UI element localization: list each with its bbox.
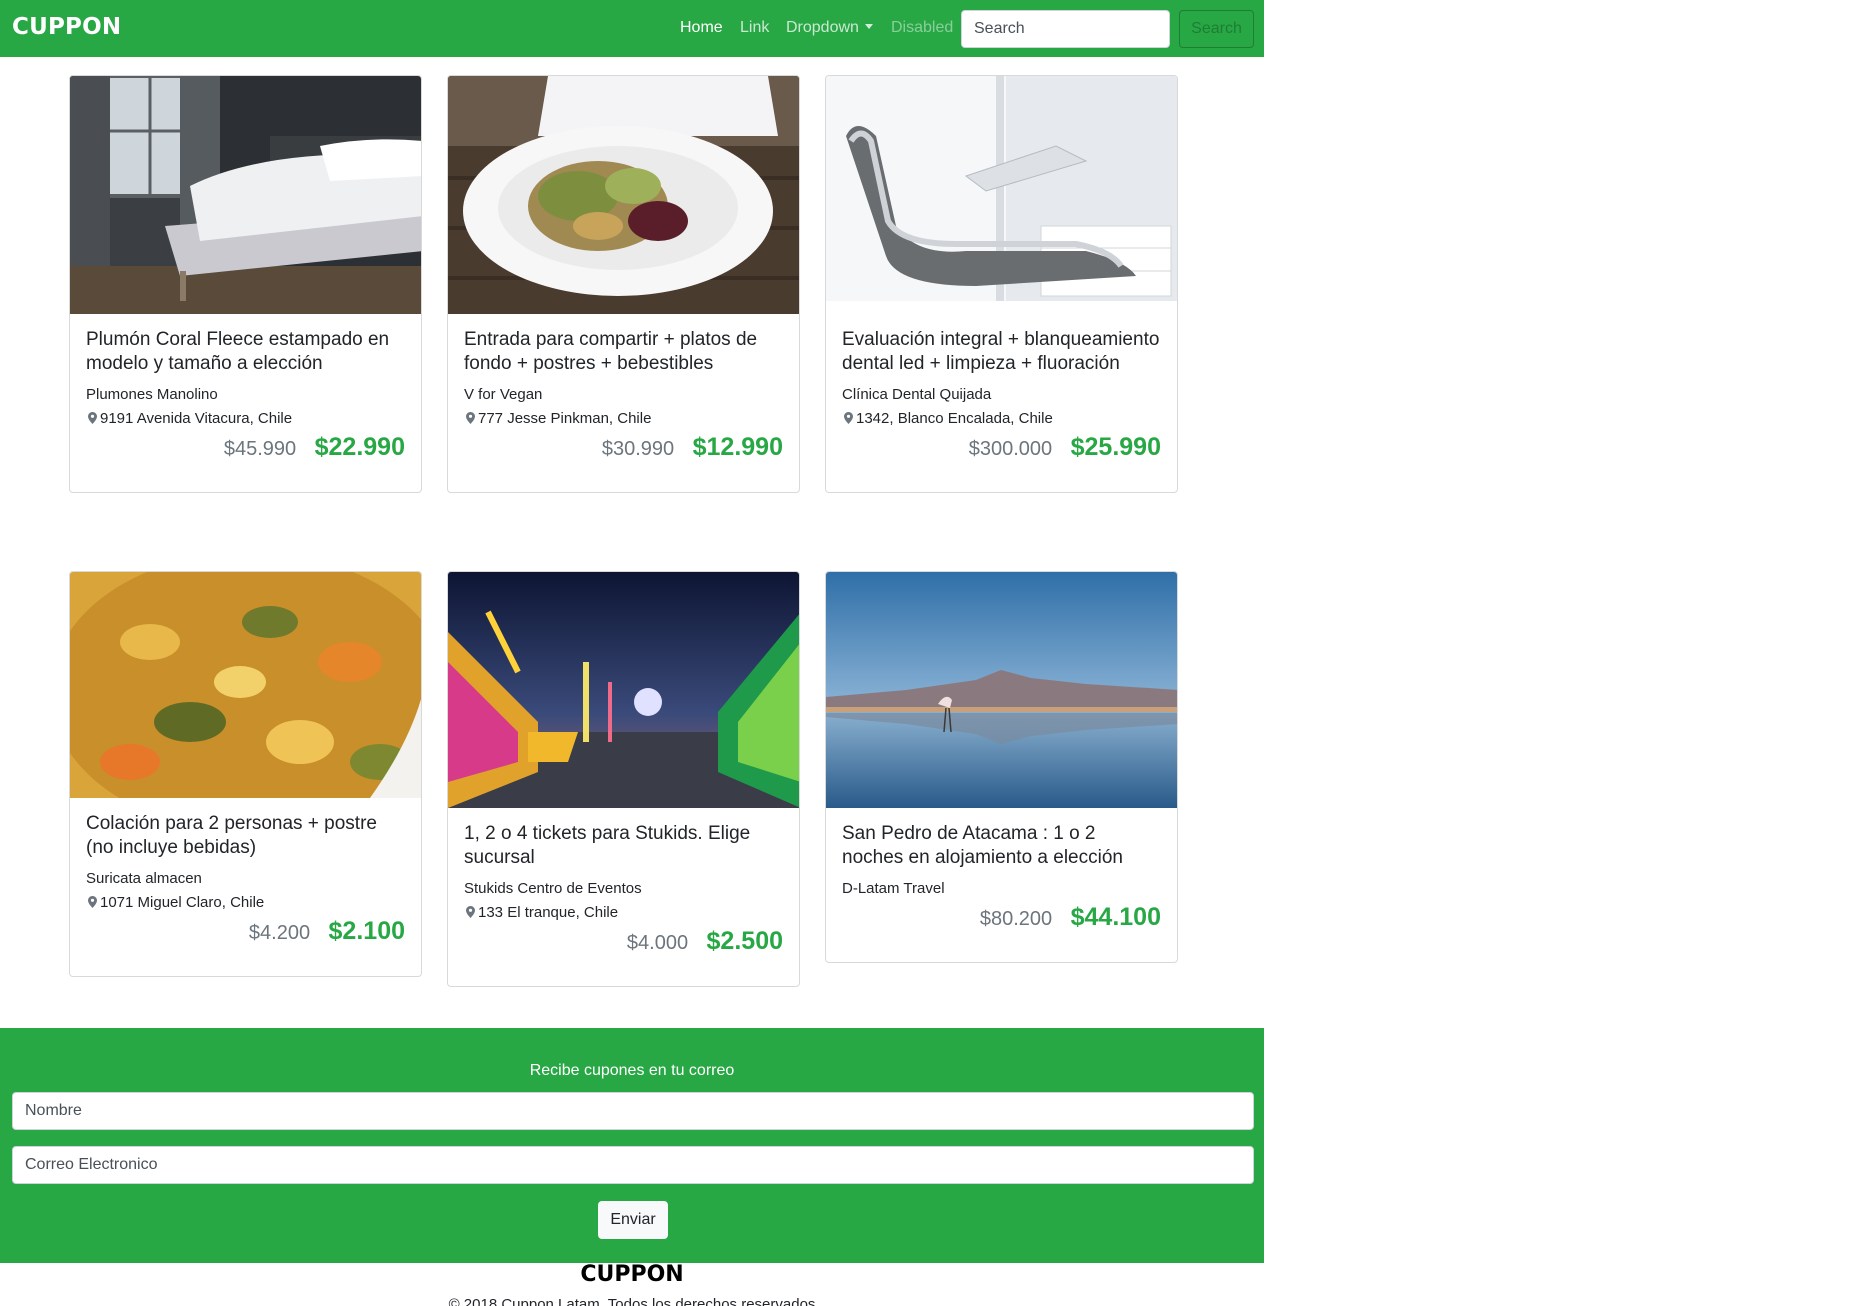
bedroom-photo[interactable] <box>70 76 421 314</box>
atacama-lagoon-photo[interactable] <box>826 572 1177 808</box>
search-input[interactable] <box>961 10 1170 48</box>
card-prices: $4.000 $2.500 <box>464 927 783 986</box>
card-prices: $45.990 $22.990 <box>86 433 405 492</box>
subscribe-title: Recibe cupones en tu correo <box>529 1062 735 1079</box>
card-vendor: Stukids Centro de Eventos <box>464 880 642 897</box>
map-pin-icon <box>466 412 475 424</box>
card-address-text: 1071 Miguel Claro, Chile <box>100 894 265 911</box>
nav-home-link[interactable]: Home <box>680 19 723 37</box>
card-title[interactable]: Plumón Coral Fleece estampado en modelo … <box>86 328 405 376</box>
card-address: 1071 Miguel Claro, Chile <box>86 893 405 913</box>
bedroom-photo-image <box>70 76 421 314</box>
card-title[interactable]: Colación para 2 personas + postre (no in… <box>86 812 405 860</box>
card-vendor: Clínica Dental Quijada <box>842 386 992 403</box>
food-dish-photo[interactable] <box>70 572 421 798</box>
old-price: $4.200 <box>248 922 311 944</box>
card-address-text: 133 El tranque, Chile <box>478 904 619 921</box>
old-price: $4.000 <box>626 932 689 954</box>
email-field[interactable] <box>12 1146 1254 1184</box>
card-prices: $300.000 $25.990 <box>842 433 1161 492</box>
card-address-text: 9191 Avenida Vitacura, Chile <box>100 410 293 427</box>
deal-card[interactable]: Evaluación integral + blanqueamiento den… <box>825 75 1178 493</box>
fairground-photo[interactable] <box>448 572 799 808</box>
card-prices: $4.200 $2.100 <box>86 917 405 976</box>
name-field[interactable] <box>12 1092 1254 1130</box>
submit-button[interactable]: Enviar <box>598 1201 668 1239</box>
deal-card[interactable]: Entrada para compartir + platos de fondo… <box>447 75 800 493</box>
new-price: $12.990 <box>692 433 783 461</box>
food-dish-photo-image <box>70 572 421 798</box>
new-price: $44.100 <box>1070 903 1161 931</box>
new-price: $25.990 <box>1070 433 1161 461</box>
copyright-text: © 2018 Cuppon Latam. Todos los derechos … <box>448 1296 816 1306</box>
deal-card[interactable]: Colación para 2 personas + postre (no in… <box>69 571 422 977</box>
subscribe-section: Recibe cupones en tu correo Enviar <box>0 1028 1264 1263</box>
card-title[interactable]: 1, 2 o 4 tickets para Stukids. Elige suc… <box>464 822 783 870</box>
new-price: $2.100 <box>328 917 405 945</box>
card-title[interactable]: Entrada para compartir + platos de fondo… <box>464 328 783 376</box>
old-price: $300.000 <box>968 438 1053 460</box>
new-price: $22.990 <box>314 433 405 461</box>
old-price: $80.200 <box>979 908 1053 930</box>
nav-dropdown-label: Dropdown <box>786 19 859 36</box>
nav-dropdown-toggle[interactable]: Dropdown <box>786 19 873 37</box>
map-pin-icon <box>88 896 97 908</box>
deal-card[interactable]: San Pedro de Atacama : 1 o 2 noches en a… <box>825 571 1178 963</box>
card-vendor: Plumones Manolino <box>86 386 218 403</box>
navbar: CUPPON Home Link Dropdown Disabled Searc… <box>0 0 1264 57</box>
salad-plate-photo-image <box>448 76 799 314</box>
deal-card[interactable]: 1, 2 o 4 tickets para Stukids. Elige suc… <box>447 571 800 987</box>
deal-card[interactable]: Plumón Coral Fleece estampado en modelo … <box>69 75 422 493</box>
card-vendor: D-Latam Travel <box>842 880 945 897</box>
map-pin-icon <box>466 906 475 918</box>
fairground-photo-image <box>448 572 799 808</box>
card-address: 9191 Avenida Vitacura, Chile <box>86 409 405 429</box>
caret-down-icon <box>864 24 873 29</box>
card-address-text: 777 Jesse Pinkman, Chile <box>478 410 652 427</box>
new-price: $2.500 <box>706 927 783 955</box>
card-address: 1342, Blanco Encalada, Chile <box>842 409 1161 429</box>
map-pin-icon <box>88 412 97 424</box>
atacama-lagoon-photo-image <box>826 572 1177 808</box>
card-prices: $80.200 $44.100 <box>842 903 1161 962</box>
card-address-text: 1342, Blanco Encalada, Chile <box>856 410 1053 427</box>
map-pin-icon <box>844 412 853 424</box>
nav-link[interactable]: Link <box>740 19 769 37</box>
navbar-brand[interactable]: CUPPON <box>12 14 121 40</box>
salad-plate-photo[interactable] <box>448 76 799 314</box>
nav-disabled-link: Disabled <box>891 19 954 36</box>
dental-chair-photo-image <box>826 76 1177 314</box>
card-vendor: V for Vegan <box>464 386 543 403</box>
card-vendor: Suricata almacen <box>86 870 202 887</box>
old-price: $45.990 <box>223 438 297 460</box>
dental-chair-photo[interactable] <box>826 76 1177 314</box>
search-button[interactable]: Search <box>1179 10 1254 48</box>
card-address: 133 El tranque, Chile <box>464 903 783 923</box>
card-title[interactable]: Evaluación integral + blanqueamiento den… <box>842 328 1161 376</box>
card-prices: $30.990 $12.990 <box>464 433 783 492</box>
card-title[interactable]: San Pedro de Atacama : 1 o 2 noches en a… <box>842 822 1161 870</box>
footer-brand: CUPPON <box>580 1262 684 1287</box>
card-address: 777 Jesse Pinkman, Chile <box>464 409 783 429</box>
old-price: $30.990 <box>601 438 675 460</box>
